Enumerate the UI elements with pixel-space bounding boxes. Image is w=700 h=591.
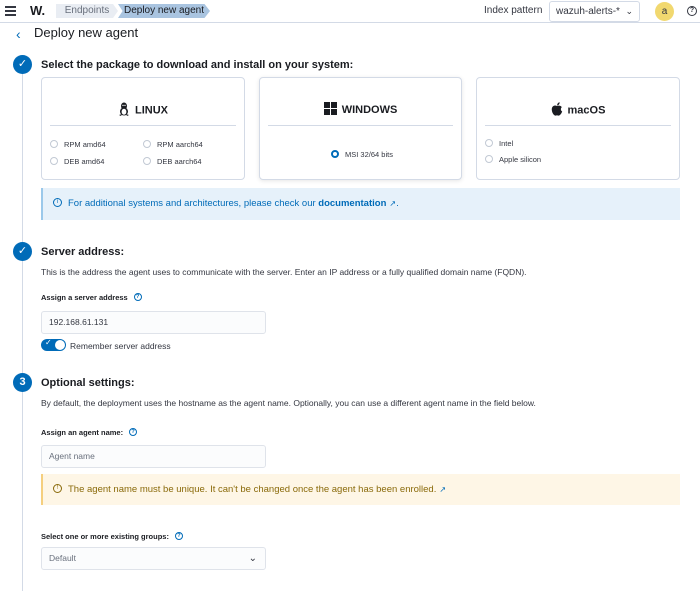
step-1-check-icon: ✓ [13, 55, 32, 74]
radio-label: Intel [499, 139, 514, 148]
radio-dot [485, 155, 493, 164]
step-3-description: By default, the deployment uses the host… [41, 398, 536, 408]
question-icon[interactable]: ? [174, 532, 183, 541]
os-card-macos[interactable]: macOS Intel Apple silicon [476, 77, 680, 180]
radio-label: DEB aarch64 [157, 157, 202, 166]
os-name-windows: WINDOWS [341, 103, 398, 116]
divider [268, 125, 453, 126]
user-avatar[interactable]: a [655, 2, 674, 21]
radio-deb-amd64[interactable]: DEB amd64 [50, 157, 104, 166]
external-link-icon[interactable]: ↗ [439, 485, 446, 494]
radio-label: MSI 32/64 bits [345, 150, 393, 159]
callout-text: For additional systems and architectures… [68, 198, 316, 209]
radio-msi-32-64[interactable]: MSI 32/64 bits [331, 150, 393, 159]
agent-name-label: Assign an agent name:? [41, 428, 138, 437]
index-pattern-select[interactable]: wazuh-alerts-* ⌄ [549, 1, 640, 22]
chevron-down-icon: ⌄ [248, 553, 257, 564]
radio-label: RPM aarch64 [157, 140, 203, 149]
server-address-input[interactable]: 192.168.61.131 [41, 311, 266, 334]
radio-dot-selected [331, 150, 339, 159]
agent-name-input[interactable]: Agent name [41, 445, 266, 468]
radio-dot [50, 140, 58, 149]
radio-apple-silicon[interactable]: Apple silicon [485, 155, 541, 164]
label-text: Assign an agent name: [41, 428, 124, 437]
step-connector [22, 74, 23, 242]
toggle-knob [55, 340, 65, 350]
apple-icon [551, 102, 563, 119]
step-2-check-icon: ✓ [13, 242, 32, 261]
radio-label: Apple silicon [499, 155, 542, 164]
groups-select[interactable]: Default ⌄ [41, 547, 266, 570]
windows-icon [323, 102, 337, 118]
os-name-macos: macOS [567, 104, 606, 117]
info-icon: i [53, 197, 62, 207]
radio-dot [485, 139, 493, 148]
label-text: Select one or more existing groups: [41, 532, 169, 541]
radio-rpm-aarch64[interactable]: RPM aarch64 [143, 140, 203, 149]
linux-icon [118, 102, 130, 119]
index-pattern-label: Index pattern [484, 5, 543, 16]
divider [485, 125, 671, 126]
breadcrumb-endpoints[interactable]: Endpoints [56, 4, 118, 18]
radio-label: RPM amd64 [64, 140, 106, 149]
radio-dot [50, 157, 58, 166]
check-icon: ✓ [45, 338, 52, 347]
label-text: Assign a server address [41, 293, 128, 302]
radio-dot [143, 140, 151, 149]
chevron-down-icon: ⌄ [625, 6, 633, 16]
radio-label: DEB amd64 [64, 157, 105, 166]
agent-name-warning: ! The agent name must be unique. It can't… [41, 474, 680, 505]
server-address-label: Assign a server address? [41, 293, 142, 302]
step-3-number: 3 [13, 373, 32, 392]
question-icon[interactable]: ? [133, 293, 142, 302]
step-2-title: Server address: [41, 246, 125, 258]
documentation-callout: i For additional systems and architecture… [41, 188, 680, 220]
step-3-title: Optional settings: [41, 377, 135, 389]
remember-server-toggle[interactable]: ✓ [41, 338, 66, 351]
os-card-linux[interactable]: LINUX RPM amd64 RPM aarch64 DEB amd64 DE… [41, 77, 245, 180]
help-icon[interactable]: ? [687, 6, 697, 16]
step-connector [22, 261, 23, 373]
breadcrumb-deploy-new-agent: Deploy new agent [118, 4, 210, 18]
groups-value: Default [49, 553, 76, 563]
step-1-title: Select the package to download and insta… [41, 59, 354, 71]
radio-rpm-amd64[interactable]: RPM amd64 [50, 140, 106, 149]
remember-server-label: Remember server address [70, 341, 171, 351]
divider [50, 125, 236, 126]
os-card-windows-header: WINDOWS [260, 102, 461, 118]
os-card-macos-header: macOS [477, 102, 679, 119]
question-icon[interactable]: ? [129, 428, 138, 437]
documentation-link[interactable]: documentation [318, 198, 386, 209]
radio-dot [143, 157, 151, 166]
index-pattern-value: wazuh-alerts-* [556, 6, 620, 17]
callout-end: . [396, 198, 399, 209]
radio-intel[interactable]: Intel [485, 139, 513, 148]
top-header: W. Endpoints Deploy new agent Index patt… [0, 0, 700, 23]
menu-icon[interactable] [5, 6, 16, 16]
warning-icon: ! [53, 483, 62, 493]
page-title: Deploy new agent [34, 25, 139, 40]
groups-label: Select one or more existing groups:? [41, 532, 183, 541]
step-2-description: This is the address the agent uses to co… [41, 267, 527, 277]
wazuh-logo[interactable]: W. [30, 3, 45, 18]
step-connector [22, 392, 23, 591]
os-name-linux: LINUX [135, 104, 168, 117]
os-card-linux-header: LINUX [42, 102, 244, 119]
warning-text: The agent name must be unique. It can't … [68, 484, 437, 495]
back-arrow-icon[interactable]: ‹ [16, 26, 21, 42]
os-card-windows[interactable]: WINDOWS MSI 32/64 bits [259, 77, 462, 180]
radio-deb-aarch64[interactable]: DEB aarch64 [143, 157, 202, 166]
